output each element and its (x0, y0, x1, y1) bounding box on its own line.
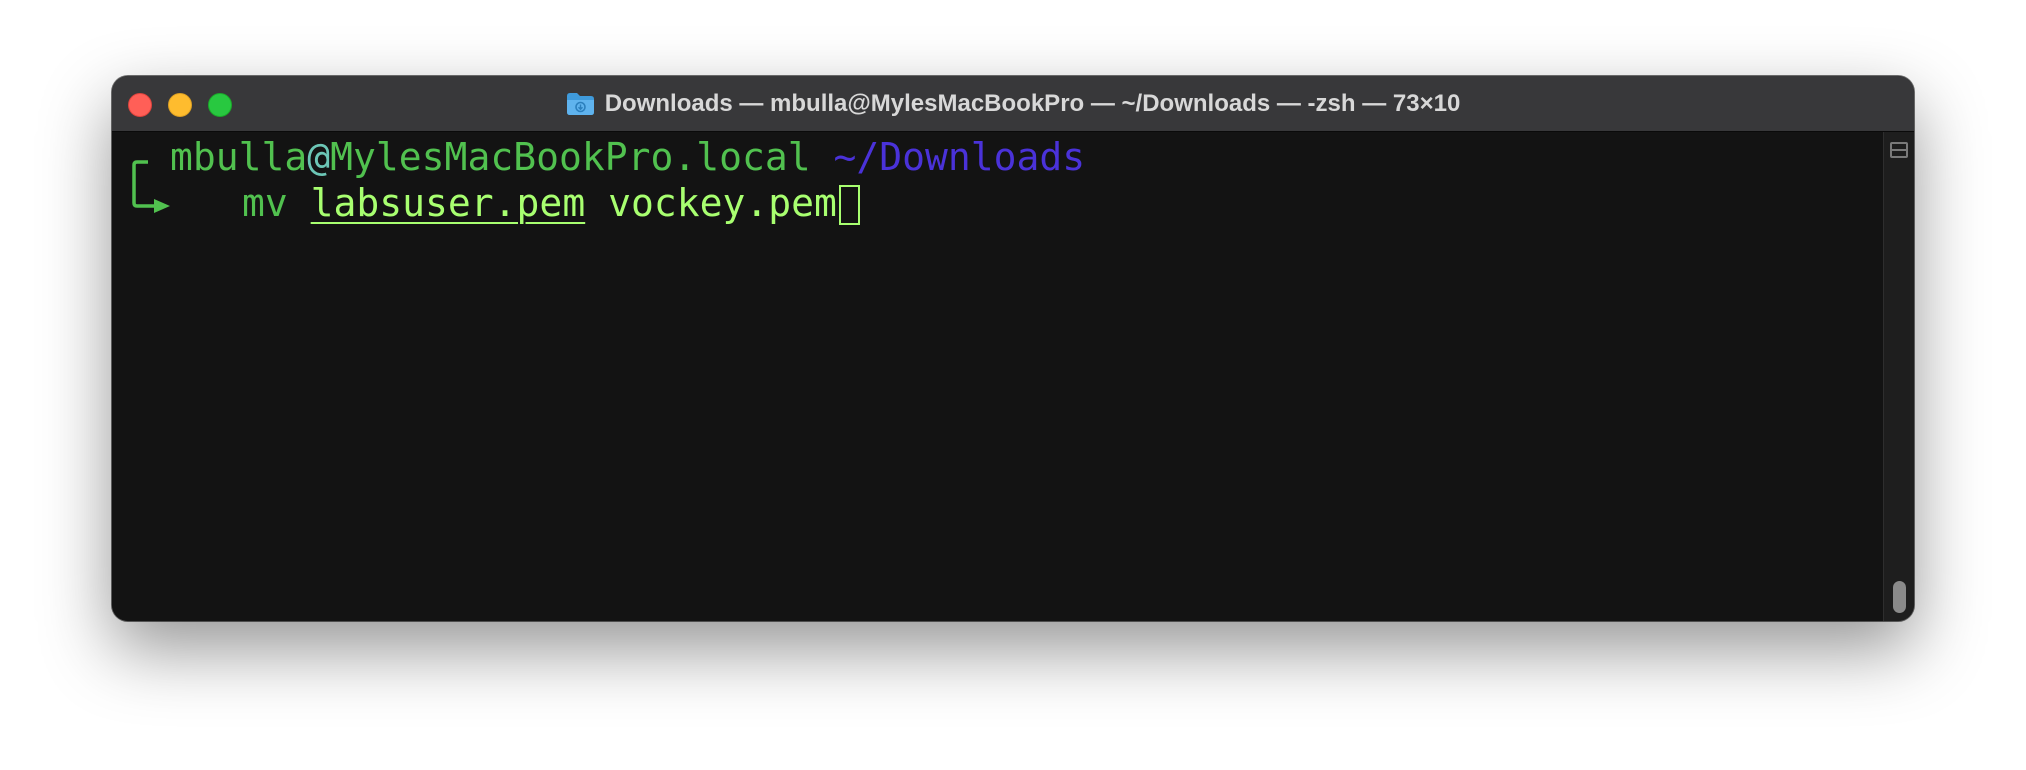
prompt-user: mbulla (170, 135, 308, 179)
folder-icon (566, 91, 595, 116)
scrollbar[interactable] (1883, 132, 1914, 621)
title-bar[interactable]: Downloads — mbulla@MylesMacBookPro — ~/D… (112, 76, 1914, 132)
command-name: mv (242, 181, 288, 225)
terminal-window: Downloads — mbulla@MylesMacBookPro — ~/D… (112, 76, 1914, 621)
prompt-at: @ (307, 135, 331, 179)
terminal-content[interactable]: mbulla@MylesMacBookPro.local ~/Downloads… (112, 132, 1884, 621)
prompt-line: mbulla@MylesMacBookPro.local ~/Downloads (170, 134, 1085, 180)
command-arg-source: labsuser.pem (310, 181, 586, 225)
scrollbar-thumb[interactable] (1893, 581, 1906, 613)
text-cursor (838, 185, 860, 225)
split-pane-icon[interactable] (1890, 142, 1908, 158)
command-arg-dest: vockey.pem (608, 181, 837, 225)
title-container: Downloads — mbulla@MylesMacBookPro — ~/D… (112, 76, 1914, 131)
prompt-host: MylesMacBookPro.local (330, 135, 811, 179)
window-title: Downloads — mbulla@MylesMacBookPro — ~/D… (604, 89, 1461, 117)
prompt-bracket-arrow-icon (132, 160, 170, 213)
prompt-path: ~/Downloads (833, 135, 1086, 179)
command-line[interactable]: mv labsuser.pem vockey.pem (242, 180, 860, 226)
